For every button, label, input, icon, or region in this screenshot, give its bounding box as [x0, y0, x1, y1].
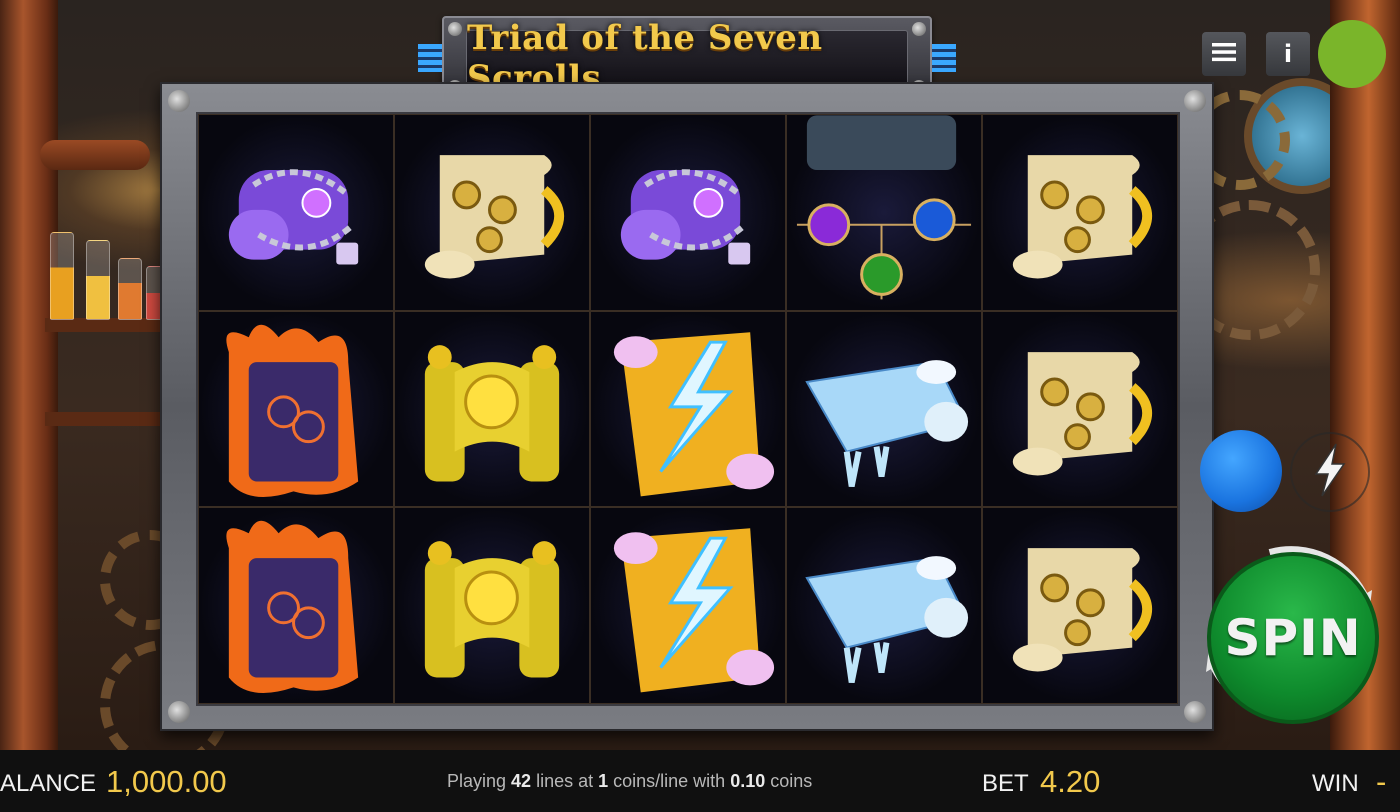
copper-pipe-bend	[40, 140, 150, 170]
reel-cell-r3-c3	[590, 507, 786, 704]
golden-sun-scroll-icon	[424, 541, 560, 678]
reel-cell-r1-c2	[394, 114, 590, 311]
clock-scroll-icon	[1012, 155, 1152, 279]
reel-cell-r2-c3	[590, 310, 786, 508]
golden-sun-scroll-icon	[424, 344, 560, 482]
lightning-scroll-icon	[613, 331, 775, 497]
reel-cell-r3-c5	[982, 507, 1178, 704]
led-strip-left	[418, 44, 442, 72]
potion-bottle	[86, 240, 110, 320]
info-button[interactable]: i	[1266, 32, 1310, 76]
orb-medallion-icon	[796, 115, 972, 300]
bottom-bar: ALANCE 1,000.00 Playing 42 lines at 1 co…	[0, 750, 1400, 812]
turbo-button[interactable]	[1290, 432, 1370, 512]
ice-scroll-icon	[805, 359, 969, 487]
reel-cell-r2-c1	[198, 310, 394, 508]
spin-label: SPIN	[1224, 609, 1362, 667]
hamburger-menu-icon	[1212, 42, 1236, 66]
reel-cell-r2-c2	[394, 310, 590, 508]
info-icon: i	[1283, 40, 1293, 68]
title-plaque: Triad of the Seven Scrolls	[466, 18, 908, 98]
coin-value: 0.10	[730, 771, 766, 791]
led-strip-right	[932, 44, 956, 72]
win-label: WIN	[1312, 770, 1359, 797]
info-lines-text: lines at	[531, 771, 599, 791]
ice-scroll-icon	[805, 556, 969, 684]
rivet	[168, 90, 190, 112]
potion-bottle	[118, 258, 142, 320]
fire-scroll-icon	[226, 521, 359, 694]
reel-grid	[196, 112, 1180, 706]
lightning-scroll-icon	[613, 528, 775, 693]
reel-cell-r1-c3	[590, 114, 786, 311]
reel-cell-r3-c2	[394, 507, 590, 704]
info-coins-text: coins/line with	[608, 771, 731, 791]
rivet	[168, 701, 190, 723]
coins-per-line: 1	[598, 771, 609, 791]
menu-button[interactable]	[1202, 32, 1246, 76]
bet-value[interactable]: 4.20	[1040, 764, 1100, 800]
reel-cell-r1-c4	[786, 114, 982, 311]
reel-cell-r2-c4	[786, 310, 982, 508]
lightning-icon	[1310, 442, 1350, 502]
win-value: -	[1376, 764, 1387, 799]
bet-info-text: Playing 42 lines at 1 coins/line with 0.…	[447, 771, 812, 792]
rivet	[1184, 90, 1206, 112]
reel-cell-r3-c1	[198, 507, 394, 704]
bet-label: BET	[982, 770, 1029, 797]
clock-scroll-icon	[1012, 548, 1152, 672]
reel-cell-r3-c4	[786, 507, 982, 704]
spin-button[interactable]: SPIN	[1200, 542, 1379, 724]
spin-core: SPIN	[1207, 552, 1379, 724]
clock-scroll-icon	[424, 155, 564, 279]
autoplay-button[interactable]	[1200, 430, 1282, 512]
rivet	[448, 22, 462, 36]
lines-count: 42	[511, 771, 532, 791]
chained-scroll-icon	[228, 169, 359, 265]
info-prefix: Playing	[447, 771, 512, 791]
copper-pipe-left	[0, 0, 58, 750]
potion-bottle	[50, 232, 74, 320]
balance-label: ALANCE	[0, 770, 97, 797]
shelf	[45, 318, 175, 332]
chained-scroll-icon	[620, 169, 751, 265]
reel-cell-r2-c5	[982, 310, 1178, 508]
info-suffix: coins	[765, 771, 813, 791]
reel-cell-r1-c1	[198, 114, 394, 311]
reel-cell-r1-c5	[982, 114, 1178, 311]
clock-scroll-icon	[1012, 351, 1152, 476]
balance-value: 1,000.00	[106, 764, 227, 799]
status-indicator[interactable]	[1318, 20, 1386, 88]
rivet	[912, 22, 926, 36]
shelf	[45, 412, 175, 426]
fire-scroll-icon	[226, 324, 359, 497]
